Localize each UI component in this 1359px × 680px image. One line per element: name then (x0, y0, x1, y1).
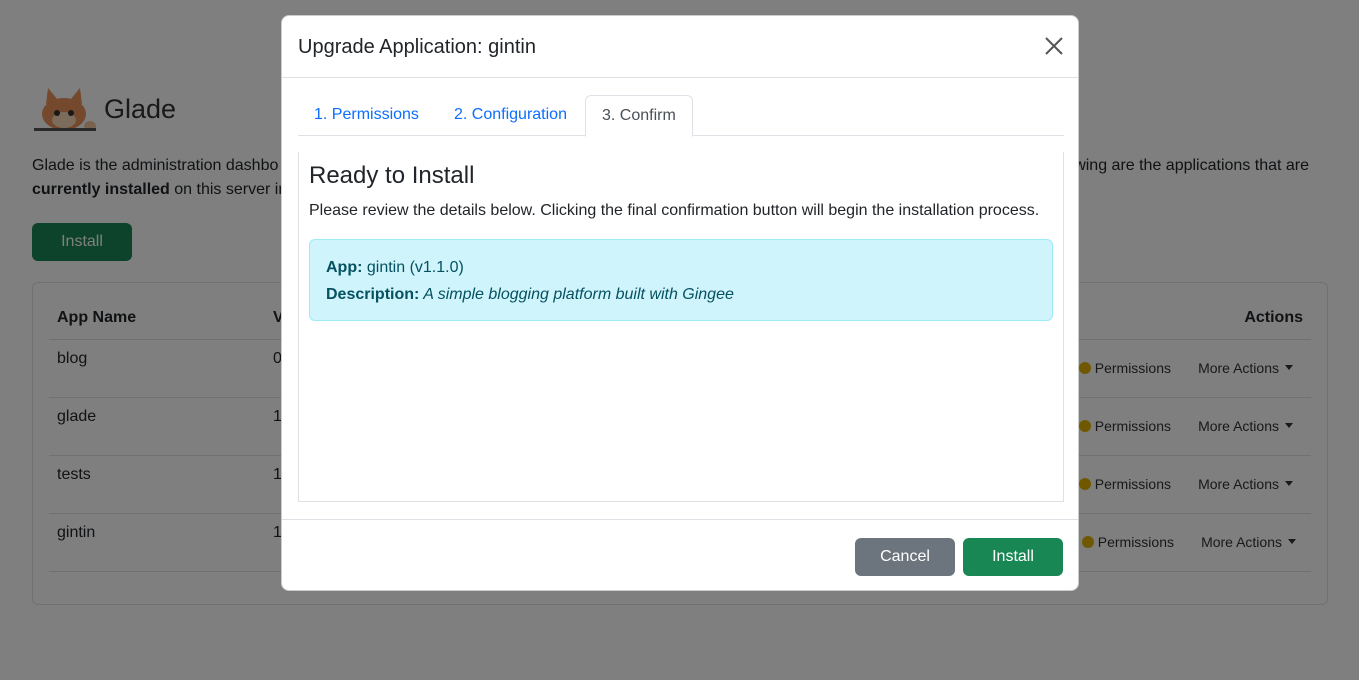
tab-confirm[interactable]: 3. Confirm (585, 95, 693, 137)
cancel-button[interactable]: Cancel (855, 538, 955, 576)
confirm-pane: Ready to Install Please review the detai… (298, 152, 1064, 502)
description-value: A simple blogging platform built with Gi… (419, 286, 734, 303)
description-label: Description: (326, 286, 420, 303)
ready-description: Please review the details below. Clickin… (309, 202, 1040, 219)
tab-permissions[interactable]: 1. Permissions (298, 95, 435, 136)
modal-title: Upgrade Application: gintin (298, 36, 536, 58)
tab-configuration[interactable]: 2. Configuration (438, 95, 583, 136)
app-value: gintin (v1.1.0) (362, 259, 464, 276)
app-info-alert: App: gintin (v1.1.0) Description: A simp… (309, 239, 1053, 321)
wizard-tabs: 1. Permissions 2. Configuration 3. Confi… (298, 95, 1064, 137)
app-info-line: App: gintin (v1.1.0) (326, 259, 464, 277)
close-icon[interactable] (1044, 36, 1064, 56)
modal-footer: Cancel Install (282, 519, 1078, 591)
app-label: App: (326, 259, 363, 276)
upgrade-modal: Upgrade Application: gintin 1. Permissio… (281, 15, 1079, 591)
ready-heading: Ready to Install (309, 162, 475, 189)
description-info-line: Description: A simple blogging platform … (326, 286, 734, 304)
install-button[interactable]: Install (963, 538, 1063, 576)
modal-header: Upgrade Application: gintin (282, 16, 1078, 78)
